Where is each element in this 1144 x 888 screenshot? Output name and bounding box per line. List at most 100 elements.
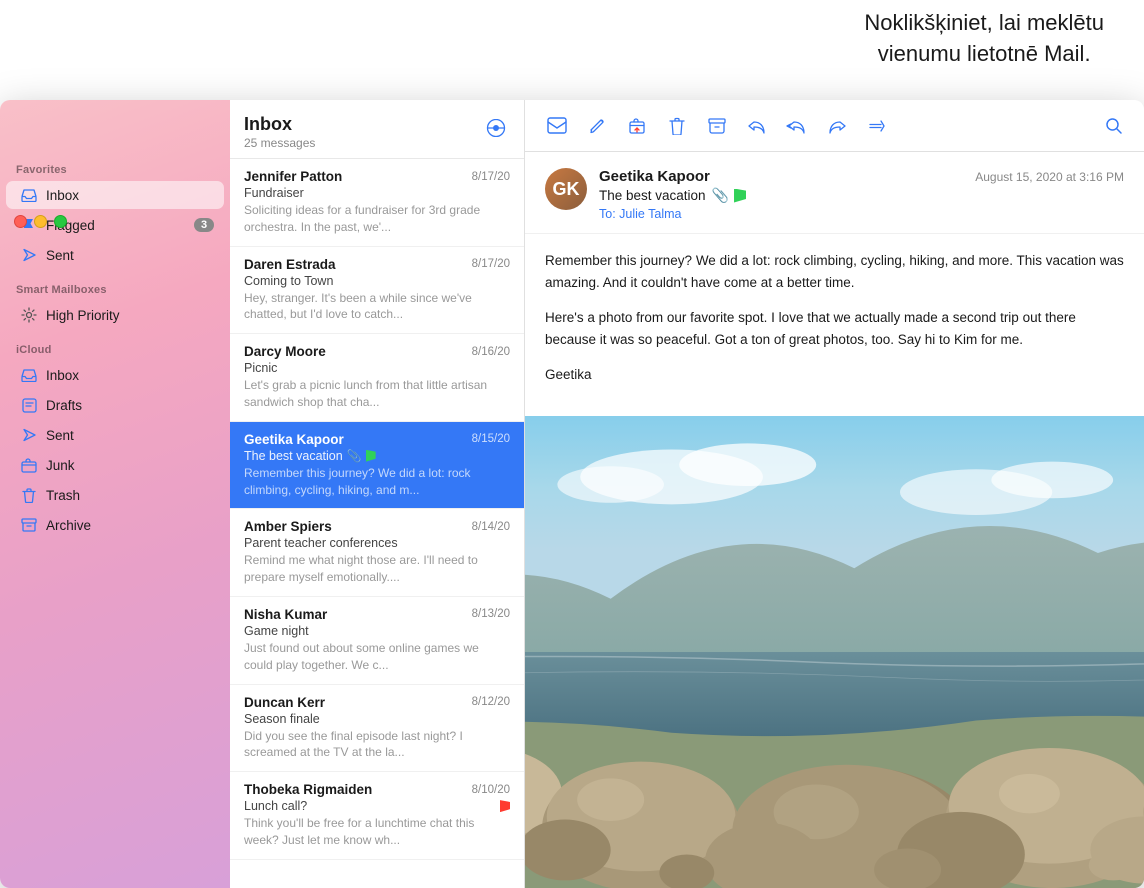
sender-name: Thobeka Rigmaiden	[244, 782, 466, 797]
flagged-badge: 3	[194, 218, 214, 232]
mail-item-duncan[interactable]: Duncan Kerr 8/12/20 Season finale Did yo…	[230, 685, 524, 773]
email-date: 8/17/20	[472, 258, 510, 270]
mail-item-darcy[interactable]: Darcy Moore 8/16/20 Picnic Let's grab a …	[230, 334, 524, 422]
search-button[interactable]	[1098, 110, 1130, 142]
sender-name: Geetika Kapoor	[244, 432, 466, 447]
reading-pane: GK Geetika Kapoor August 15, 2020 at 3:1…	[525, 100, 1144, 888]
reply-button[interactable]	[739, 108, 775, 144]
sidebar-drafts-label: Drafts	[46, 398, 214, 413]
mail-item-geetika[interactable]: Geetika Kapoor 8/15/20 The best vacation…	[230, 422, 524, 510]
trash-icon	[20, 486, 38, 504]
mail-item-amber[interactable]: Amber Spiers 8/14/20 Parent teacher conf…	[230, 509, 524, 597]
more-button[interactable]	[859, 108, 895, 144]
mail-list-scroll[interactable]: Jennifer Patton 8/17/20 Fundraiser Solic…	[230, 159, 524, 888]
email-preview: Hey, stranger. It's been a while since w…	[244, 290, 510, 324]
sidebar-item-icloud-inbox[interactable]: Inbox	[6, 361, 224, 389]
filter-button[interactable]	[482, 114, 510, 142]
sidebar-sent-favorites-label: Sent	[46, 248, 214, 263]
email-subject: The best vacation 📎	[244, 449, 510, 463]
body-paragraph-2: Here's a photo from our favorite spot. I…	[545, 307, 1124, 350]
email-preview: Think you'll be free for a lunchtime cha…	[244, 815, 510, 849]
new-message-button[interactable]	[539, 108, 575, 144]
mail-list: Inbox 25 messages Jennifer Patton 8/17/2…	[230, 100, 525, 888]
message-header: GK Geetika Kapoor August 15, 2020 at 3:1…	[525, 152, 1144, 234]
email-subject: Season finale	[244, 712, 510, 726]
sidebar-item-drafts[interactable]: Drafts	[6, 391, 224, 419]
email-date: 8/10/20	[472, 784, 510, 796]
favorites-label: Favorites	[0, 150, 230, 180]
subject-text: The best vacation	[244, 449, 343, 463]
attachment-icon: 📎	[712, 187, 729, 204]
window-controls	[14, 215, 67, 228]
mail-window: Favorites Inbox Flagged 3	[0, 100, 1144, 888]
junk-icon	[20, 456, 38, 474]
email-subject: Lunch call?	[244, 799, 510, 813]
sidebar-item-trash[interactable]: Trash	[6, 481, 224, 509]
message-subject: The best vacation	[599, 188, 706, 203]
sidebar-inbox-label: Inbox	[46, 188, 214, 203]
reply-all-button[interactable]	[779, 108, 815, 144]
subject-text: Lunch call?	[244, 799, 307, 813]
sender-name: Nisha Kumar	[244, 607, 466, 622]
email-preview: Did you see the final episode last night…	[244, 728, 510, 762]
email-preview: Remind me what night those are. I'll nee…	[244, 552, 510, 586]
drafts-icon	[20, 396, 38, 414]
maximize-button[interactable]	[54, 215, 67, 228]
email-preview: Soliciting ideas for a fundraiser for 3r…	[244, 202, 510, 236]
red-flag-icon	[500, 800, 510, 812]
sidebar-high-priority-label: High Priority	[46, 308, 214, 323]
archive-button[interactable]	[699, 108, 735, 144]
minimize-button[interactable]	[34, 215, 47, 228]
email-subject: Fundraiser	[244, 186, 510, 200]
sender-name: Darcy Moore	[244, 344, 466, 359]
mail-item-jennifer[interactable]: Jennifer Patton 8/17/20 Fundraiser Solic…	[230, 159, 524, 247]
delete-button[interactable]	[659, 108, 695, 144]
message-to: To: Julie Talma	[599, 207, 1124, 221]
green-flag-icon	[734, 189, 746, 203]
compose-button[interactable]	[579, 108, 615, 144]
annotation-text: Noklikšķiniet, lai meklētu vienumu lieto…	[864, 8, 1104, 70]
mail-item-thobeka[interactable]: Thobeka Rigmaiden 8/10/20 Lunch call? Th…	[230, 772, 524, 860]
sidebar-item-junk[interactable]: Junk	[6, 451, 224, 479]
mail-list-count: 25 messages	[244, 136, 315, 150]
mail-list-header: Inbox 25 messages	[230, 100, 524, 159]
sidebar-icloud-sent-label: Sent	[46, 428, 214, 443]
email-date: 8/15/20	[472, 433, 510, 445]
sidebar-item-inbox-favorites[interactable]: Inbox	[6, 181, 224, 209]
sender-name: Daren Estrada	[244, 257, 466, 272]
move-to-junk-button[interactable]	[619, 108, 655, 144]
sidebar-archive-label: Archive	[46, 518, 214, 533]
message-date: August 15, 2020 at 3:16 PM	[975, 170, 1124, 184]
sidebar-item-archive[interactable]: Archive	[6, 511, 224, 539]
message-sender-name: Geetika Kapoor	[599, 168, 710, 185]
sender-name: Jennifer Patton	[244, 169, 466, 184]
green-flag-icon	[366, 450, 376, 462]
email-date: 8/17/20	[472, 171, 510, 183]
close-button[interactable]	[14, 215, 27, 228]
message-info: Geetika Kapoor August 15, 2020 at 3:16 P…	[599, 168, 1124, 221]
sidebar-item-high-priority[interactable]: High Priority	[6, 301, 224, 329]
attachment-indicator: 📎	[347, 449, 362, 463]
sidebar-flagged-label: Flagged	[46, 218, 186, 233]
email-date: 8/13/20	[472, 608, 510, 620]
email-date: 8/12/20	[472, 696, 510, 708]
sender-name: Duncan Kerr	[244, 695, 466, 710]
toolbar	[525, 100, 1144, 152]
mail-item-nisha[interactable]: Nisha Kumar 8/13/20 Game night Just foun…	[230, 597, 524, 685]
inbox-icon	[20, 186, 38, 204]
sidebar-item-sent-favorites[interactable]: Sent	[6, 241, 224, 269]
email-subject: Parent teacher conferences	[244, 536, 510, 550]
message-icons: 📎	[712, 187, 746, 204]
message-body: Remember this journey? We did a lot: roc…	[525, 234, 1144, 416]
mail-list-title: Inbox	[244, 114, 315, 135]
sidebar-junk-label: Junk	[46, 458, 214, 473]
forward-button[interactable]	[819, 108, 855, 144]
icloud-label: iCloud	[0, 330, 230, 360]
sidebar-item-icloud-sent[interactable]: Sent	[6, 421, 224, 449]
email-date: 8/14/20	[472, 521, 510, 533]
landscape-photo	[525, 416, 1144, 888]
email-subject: Picnic	[244, 361, 510, 375]
sender-avatar: GK	[545, 168, 587, 210]
mail-item-daren[interactable]: Daren Estrada 8/17/20 Coming to Town Hey…	[230, 247, 524, 335]
message-photo	[525, 416, 1144, 888]
